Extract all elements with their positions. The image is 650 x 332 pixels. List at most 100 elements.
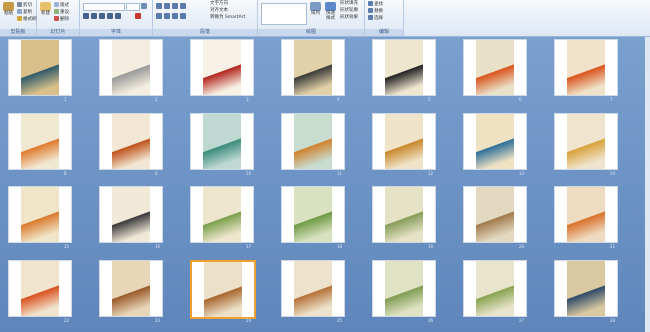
find-button[interactable]: 查找 [368, 1, 383, 7]
select-button[interactable]: 选择 [368, 15, 383, 21]
shadow-icon[interactable] [115, 13, 121, 19]
delete-button[interactable]: 删除 [54, 16, 69, 22]
slide-thumbnail[interactable] [190, 112, 254, 170]
slide-thumbnail[interactable] [463, 259, 527, 317]
shape-outline-button[interactable]: 形状轮廓 [340, 8, 358, 14]
slide-thumbnail[interactable] [281, 186, 345, 243]
align-left-icon[interactable] [156, 13, 162, 19]
slide-page-illustration [294, 113, 332, 169]
slide-thumbnail[interactable] [554, 259, 618, 317]
slide-thumbnail[interactable] [281, 39, 345, 96]
paste-icon [3, 2, 14, 11]
slide-thumbnail[interactable] [99, 39, 163, 96]
slide-page-illustration [385, 260, 423, 316]
grow-font-icon[interactable] [141, 3, 147, 9]
slide-thumbnail[interactable] [190, 186, 254, 243]
slide-number: 16 [155, 244, 161, 249]
decrease-indent-icon[interactable] [172, 3, 178, 9]
slide-thumbnail[interactable] [554, 39, 618, 96]
slide-thumbnail[interactable] [463, 39, 527, 96]
font-color-icon[interactable] [135, 13, 141, 19]
slide-page-illustration [21, 260, 59, 316]
slide-thumbnail[interactable] [99, 112, 163, 170]
slide-thumbnail[interactable] [372, 39, 436, 96]
arrange-button[interactable]: 排列 [309, 2, 322, 22]
slide-thumbnail[interactable] [372, 259, 436, 317]
clipboard-group-label: 剪贴板 [0, 29, 36, 36]
slide-page-illustration [385, 113, 423, 169]
slide-thumbnail[interactable] [554, 112, 618, 170]
slide-thumbnail[interactable] [99, 259, 163, 317]
slide-page-illustration [21, 113, 59, 169]
slide-number: 9 [155, 170, 158, 176]
slide-thumbnail[interactable] [190, 39, 254, 96]
slide-page-illustration [21, 40, 59, 95]
slide-number: 8 [64, 170, 67, 176]
slide-number: 14 [610, 170, 616, 176]
font-group: 字体 [80, 0, 153, 36]
align-right-icon[interactable] [172, 13, 178, 19]
text-direction-button[interactable]: 文字方向 [210, 1, 228, 7]
slide-thumbnail[interactable] [8, 39, 72, 96]
slide-thumbnail[interactable] [554, 186, 618, 243]
slide-page-illustration [294, 260, 332, 316]
slide-number: 11 [337, 170, 343, 176]
replace-button[interactable]: 替换 [368, 8, 383, 14]
slide-page-illustration [294, 187, 332, 242]
layout-icon [54, 2, 59, 7]
align-text-button[interactable]: 对齐文本 [210, 8, 228, 14]
layout-button[interactable]: 版式 [54, 2, 69, 8]
slide-thumbnail[interactable] [372, 112, 436, 170]
editing-group-label: 编辑 [365, 29, 403, 36]
find-icon [368, 1, 373, 6]
copy-button[interactable]: 复制 [17, 9, 32, 15]
select-icon [368, 15, 373, 20]
shapes-gallery[interactable] [261, 3, 307, 25]
slide-page-illustration [112, 187, 150, 242]
slide-page-illustration [203, 187, 241, 242]
font-size-select[interactable] [126, 3, 140, 11]
slide-thumbnail[interactable] [99, 186, 163, 243]
slide-thumbnail[interactable] [8, 259, 72, 317]
slide-page-illustration [294, 40, 332, 95]
paste-button[interactable]: 粘贴 [2, 2, 15, 22]
new-slide-icon [40, 2, 51, 11]
clipboard-group: 粘贴 剪切 复制 格式刷 剪贴板 [0, 0, 37, 36]
italic-icon[interactable] [91, 13, 97, 19]
strikethrough-icon[interactable] [107, 13, 113, 19]
slide-thumbnail[interactable] [190, 259, 256, 319]
slide-thumbnail[interactable] [281, 259, 345, 317]
slide-thumbnail[interactable] [372, 186, 436, 243]
new-slide-button[interactable]: 新建 [39, 2, 52, 22]
numbering-icon[interactable] [164, 3, 170, 9]
font-group-label: 字体 [80, 29, 152, 36]
slides-group-label: 幻灯片 [37, 29, 79, 36]
shape-fill-button[interactable]: 形状填充 [340, 1, 358, 7]
cut-button[interactable]: 剪切 [17, 2, 32, 8]
bullets-icon[interactable] [156, 3, 162, 9]
bold-icon[interactable] [83, 13, 89, 19]
slide-page-illustration [476, 187, 514, 242]
slide-thumbnail[interactable] [281, 112, 345, 170]
slide-thumbnail[interactable] [463, 186, 527, 243]
font-name-select[interactable] [83, 3, 125, 11]
reset-button[interactable]: 重设 [54, 9, 69, 15]
format-painter-button[interactable]: 格式刷 [17, 16, 37, 22]
slide-thumbnail[interactable] [8, 186, 72, 243]
slide-thumbnail[interactable] [8, 112, 72, 170]
slide-number: 1 [64, 97, 67, 102]
smartart-button[interactable]: 转换为 SmartArt [210, 15, 245, 21]
slide-number: 18 [337, 244, 343, 249]
justify-icon[interactable] [180, 13, 186, 19]
slide-page-illustration [476, 113, 514, 169]
slide-number: 19 [428, 244, 434, 249]
slide-page-illustration [567, 113, 605, 169]
quick-styles-button[interactable]: 快速样式 [324, 2, 337, 22]
slide-thumbnail[interactable] [463, 112, 527, 170]
vertical-scrollbar[interactable] [645, 37, 650, 332]
underline-icon[interactable] [99, 13, 105, 19]
align-center-icon[interactable] [164, 13, 170, 19]
shape-effects-button[interactable]: 形状效果 [340, 15, 358, 21]
increase-indent-icon[interactable] [180, 3, 186, 9]
slide-number: 12 [428, 170, 434, 176]
